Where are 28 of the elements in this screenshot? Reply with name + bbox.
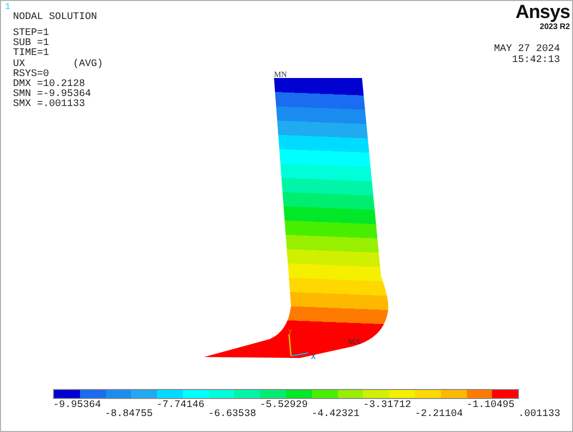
version-label: 2023 R2 [540, 22, 570, 31]
solution-info-line: TIME=1 [13, 49, 50, 60]
date-label: MAY 27 2024 [494, 45, 561, 55]
max-marker-label: MX [348, 337, 361, 346]
legend-value: -7.74146 [156, 401, 206, 413]
window-number: 1 [5, 3, 12, 12]
legend-value: -5.52929 [260, 401, 309, 413]
legend-value: .001133 [518, 410, 562, 420]
legend-value: -4.42321 [311, 410, 360, 420]
legend-value: -1.10495 [466, 401, 516, 413]
solution-info-line: SMN =-9.95364 [13, 90, 92, 100]
solution-info-line: SUB =1 [13, 39, 50, 50]
solution-info-line: UX (AVG) [13, 60, 104, 70]
brand-logo: Ansys [515, 3, 570, 22]
solution-info-line: STEP=1 [13, 29, 50, 39]
solution-info-line: DMX =10.2128 [13, 80, 86, 90]
legend-value: -9.95364 [53, 401, 102, 413]
axis-triad-icon [288, 334, 308, 357]
time-label: 15:42:13 [512, 56, 561, 66]
solution-title: NODAL SOLUTION [13, 12, 98, 23]
legend-value: -8.84755 [104, 410, 154, 420]
min-marker-label: MN [274, 70, 287, 79]
solution-info-line: RSYS=0 [13, 70, 50, 80]
legend-value: -3.31712 [363, 401, 412, 413]
legend-value: -6.63538 [208, 410, 258, 420]
solution-info-line: SMX =.001133 [13, 100, 86, 111]
axis-label: X [311, 353, 316, 362]
legend-value: -2.21104 [414, 410, 464, 420]
